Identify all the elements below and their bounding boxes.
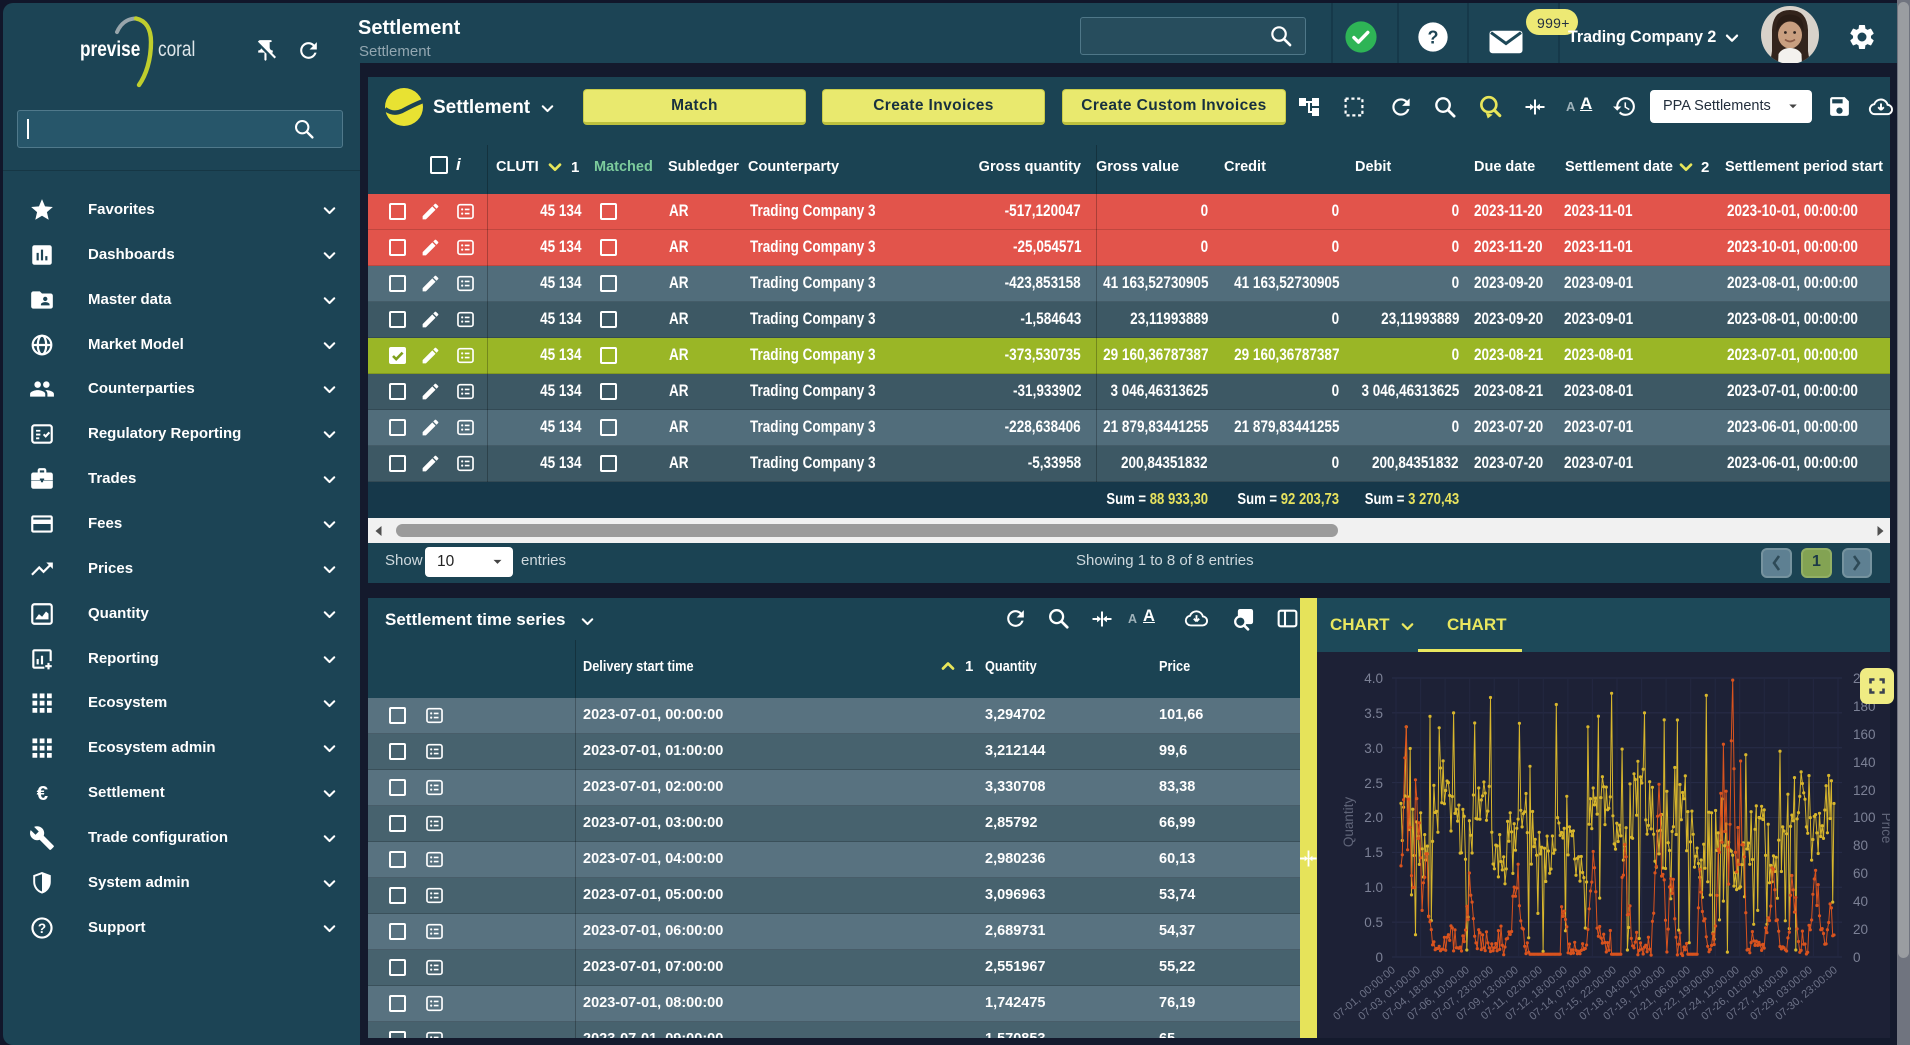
svg-text:3.5: 3.5 — [1364, 706, 1383, 721]
svg-text:€: € — [37, 782, 49, 805]
svg-text:120: 120 — [1853, 783, 1876, 798]
svg-text:1.0: 1.0 — [1364, 880, 1383, 895]
svg-text:100: 100 — [1853, 810, 1876, 825]
svg-text:4.0: 4.0 — [1364, 671, 1383, 686]
svg-text:40: 40 — [1853, 894, 1868, 909]
svg-text:?: ? — [1428, 28, 1439, 48]
svg-text:140: 140 — [1853, 755, 1876, 770]
svg-text:60: 60 — [1853, 866, 1868, 881]
svg-text:Price: Price — [1879, 813, 1890, 844]
svg-text:160: 160 — [1853, 727, 1876, 742]
svg-text:?: ? — [38, 921, 46, 936]
svg-text:0: 0 — [1375, 950, 1383, 965]
svg-text:1.5: 1.5 — [1364, 845, 1383, 860]
svg-text:0: 0 — [1853, 950, 1861, 965]
svg-text:0.5: 0.5 — [1364, 915, 1383, 930]
svg-text:2.5: 2.5 — [1364, 776, 1383, 791]
svg-text:Quantity: Quantity — [1341, 797, 1356, 848]
svg-text:2.0: 2.0 — [1364, 810, 1383, 825]
svg-text:3.0: 3.0 — [1364, 741, 1383, 756]
svg-text:80: 80 — [1853, 838, 1868, 853]
svg-text:20: 20 — [1853, 922, 1868, 937]
